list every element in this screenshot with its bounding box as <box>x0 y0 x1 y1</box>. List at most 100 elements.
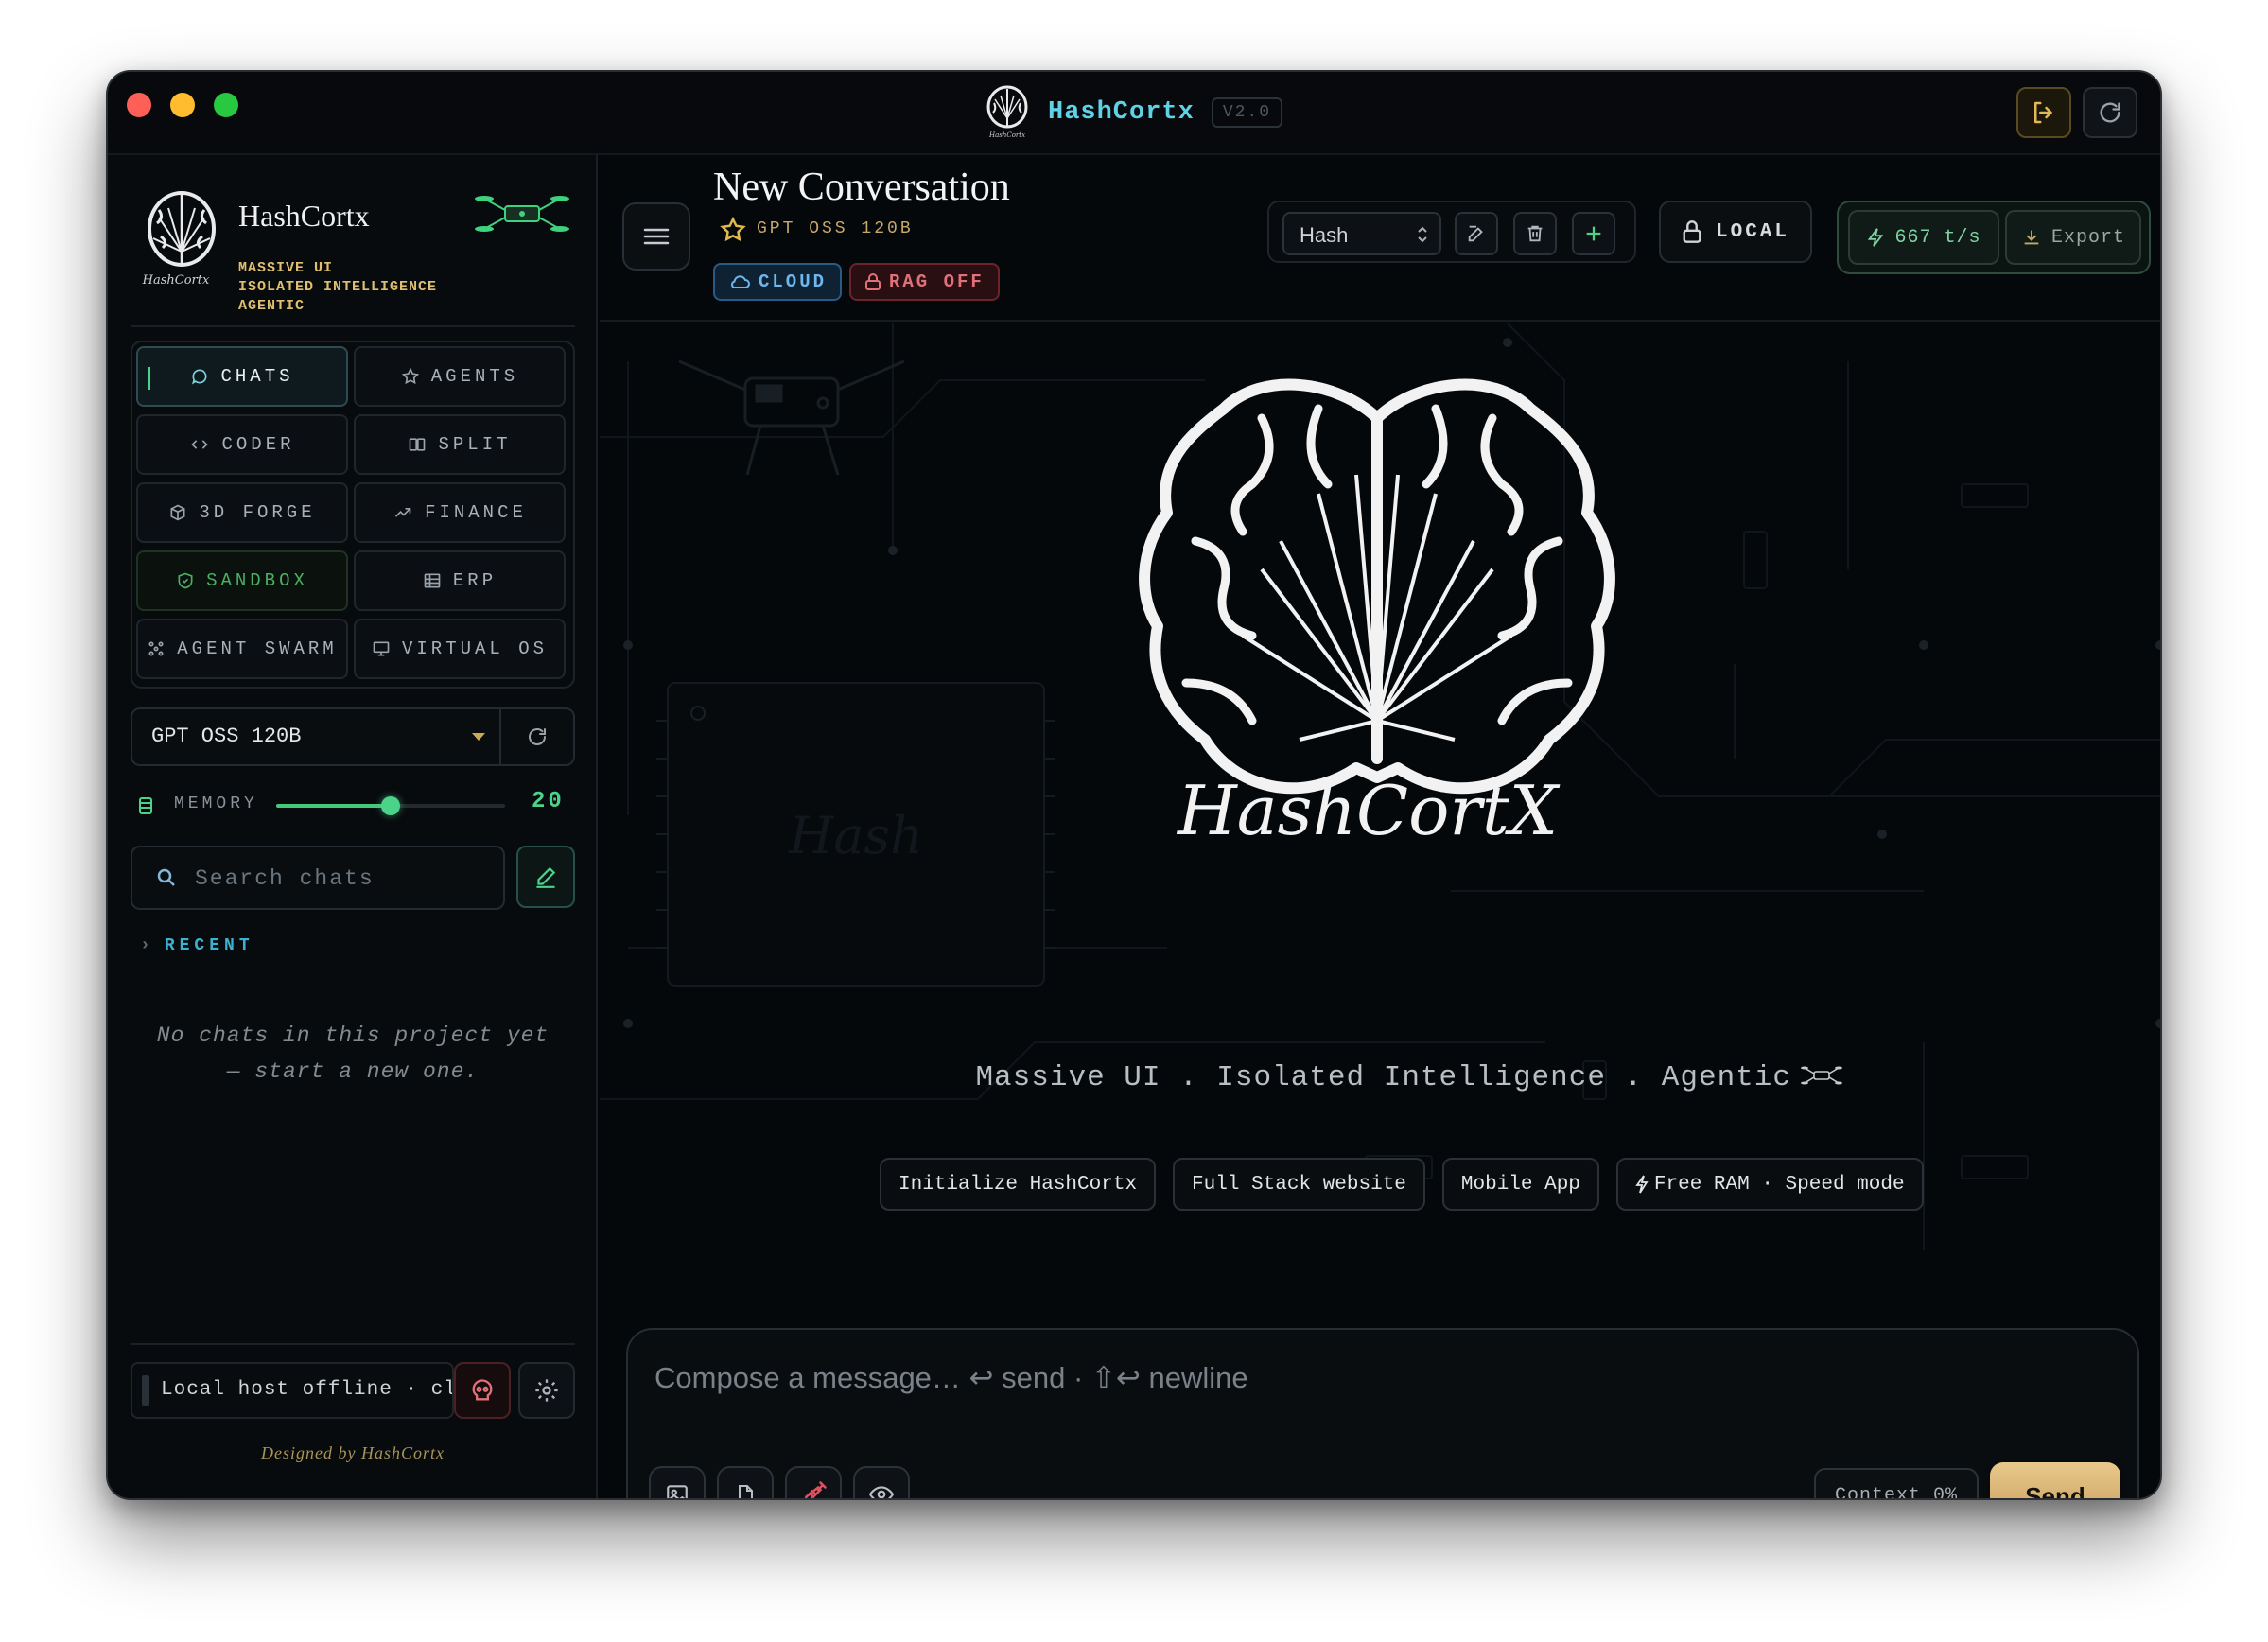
attach-file-button[interactable] <box>717 1466 774 1498</box>
tab-coder[interactable]: CODER <box>136 414 348 475</box>
favorite-star-icon[interactable] <box>719 216 747 244</box>
cube-icon <box>170 504 185 521</box>
brain-logo-icon: HashCortx <box>142 191 216 288</box>
chip-label: Mobile App <box>1460 1173 1580 1196</box>
project-select[interactable]: Hash <box>1282 212 1441 255</box>
empty-chats-message: No chats in this project yet — start a n… <box>131 1018 575 1090</box>
minimize-window-button[interactable] <box>170 93 195 117</box>
zoom-window-button[interactable] <box>214 93 238 117</box>
suggestion-chip[interactable]: Initialize HashCortx <box>880 1158 1157 1211</box>
tab-agent-swarm[interactable]: AGENT SWARM <box>136 619 348 679</box>
tab-label: AGENTS <box>430 366 519 387</box>
svg-text:HashCortx: HashCortx <box>988 131 1025 139</box>
search-input[interactable] <box>195 865 488 893</box>
chip-watermark: Hash <box>788 806 923 865</box>
send-button[interactable]: Send <box>1990 1462 2120 1498</box>
rag-toggle[interactable]: RAG OFF <box>849 263 1000 301</box>
app-title-group: HashCortx HashCortx V2.0 <box>984 81 1283 144</box>
local-mode-button[interactable]: LOCAL <box>1659 201 1812 263</box>
hero-logo-script: HashCortX <box>1176 771 1561 850</box>
tab-label: FINANCE <box>425 502 527 523</box>
hamburger-icon <box>643 228 670 245</box>
settings-button[interactable] <box>518 1362 575 1419</box>
lightning-icon <box>1635 1175 1649 1194</box>
conversation-title[interactable]: New Conversation <box>713 165 1010 210</box>
status-text: Local host offline · cl <box>161 1379 454 1401</box>
app-title: HashCortx <box>1048 98 1195 127</box>
logout-button[interactable] <box>2016 87 2071 138</box>
sidebar: HashCortx HashCortx MASSIVE UI ISOLATED … <box>108 155 598 1498</box>
suggestion-chip[interactable]: Free RAM · Speed mode <box>1615 1158 1924 1211</box>
trash-icon <box>1527 225 1543 242</box>
swarm-icon <box>148 641 164 656</box>
tab-split[interactable]: SPLIT <box>354 414 566 475</box>
cloud-toggle[interactable]: CLOUD <box>713 263 843 301</box>
memory-slider-handle[interactable] <box>381 796 400 815</box>
export-button[interactable]: Export <box>2005 210 2141 265</box>
tab-agents[interactable]: AGENTS <box>354 346 566 407</box>
tab-erp[interactable]: ERP <box>354 550 566 611</box>
brand-tagline-line: ISOLATED INTELLIGENCE <box>238 279 438 295</box>
model-select[interactable]: GPT OSS 120B <box>131 707 575 766</box>
star-icon <box>401 367 419 385</box>
suggestion-chips: Initialize HashCortx Full Stack website … <box>880 1158 1924 1211</box>
monitor-icon <box>373 641 390 656</box>
brand-tagline-line: AGENTIC <box>238 298 305 314</box>
tab-finance[interactable]: FINANCE <box>354 482 566 543</box>
file-icon <box>739 1485 753 1498</box>
message-input[interactable] <box>654 1354 2073 1402</box>
tab-label: CODER <box>221 434 295 455</box>
status-bar-icon <box>142 1375 149 1406</box>
tab-chats[interactable]: CHATS <box>136 346 348 407</box>
tab-3d-forge[interactable]: 3D FORGE <box>136 482 348 543</box>
tokens-per-second: 667 t/s <box>1848 210 1999 265</box>
recent-section-toggle[interactable]: › RECENT <box>140 936 254 955</box>
performance-group: 667 t/s Export <box>1837 201 2151 274</box>
inject-tool-button[interactable] <box>785 1466 842 1498</box>
refresh-icon <box>529 728 546 745</box>
conversation-model: GPT OSS 120B <box>757 219 914 238</box>
attach-image-button[interactable] <box>649 1466 706 1498</box>
tab-label: 3D FORGE <box>199 502 316 523</box>
nav-tabs: CHATS AGENTS CODER SPLIT 3D FORGE FINANC… <box>131 341 575 689</box>
image-icon <box>667 1485 688 1498</box>
search-icon <box>157 868 175 886</box>
hero-brain-logo <box>1139 378 1615 795</box>
chevron-down-icon <box>472 733 485 741</box>
add-project-button[interactable] <box>1572 212 1615 255</box>
memory-value: 20 <box>532 789 565 814</box>
project-controls: Hash <box>1267 201 1636 263</box>
cloud-icon <box>731 275 750 288</box>
table-icon <box>424 573 441 588</box>
vision-toggle-button[interactable] <box>853 1466 910 1498</box>
suggestion-chip[interactable]: Mobile App <box>1441 1158 1599 1211</box>
reload-models-button[interactable] <box>501 709 573 764</box>
memory-slider[interactable] <box>276 796 505 815</box>
version-badge: V2.0 <box>1211 97 1283 128</box>
columns-icon <box>410 438 426 451</box>
footer-credit: Designed by HashCortx <box>261 1443 445 1462</box>
suggestion-chip[interactable]: Full Stack website <box>1173 1158 1425 1211</box>
hero-canvas: Hash HashCortX <box>600 323 2160 1250</box>
new-chat-button[interactable] <box>516 846 575 908</box>
memory-slider-fill <box>276 804 391 808</box>
tab-virtual-os[interactable]: VIRTUAL OS <box>354 619 566 679</box>
brand-tagline: MASSIVE UI ISOLATED INTELLIGENCE AGENTIC <box>238 259 437 316</box>
svg-text:HashCortx: HashCortx <box>142 273 210 288</box>
menu-button[interactable] <box>622 202 690 271</box>
pencil-icon <box>536 866 556 888</box>
edit-project-button[interactable] <box>1455 212 1498 255</box>
refresh-button[interactable] <box>2083 87 2137 138</box>
project-select-value: Hash <box>1300 223 1349 247</box>
kill-switch-button[interactable] <box>454 1362 511 1419</box>
brain-logo-icon: HashCortx <box>986 85 1028 139</box>
brand-tagline-line: MASSIVE UI <box>238 260 334 276</box>
brand-name: HashCortx <box>238 199 370 233</box>
delete-project-button[interactable] <box>1513 212 1557 255</box>
chevron-right-icon: › <box>140 936 155 955</box>
empty-line: — start a new one. <box>226 1059 480 1084</box>
rag-label: RAG OFF <box>889 271 985 292</box>
syringe-icon <box>804 1481 827 1498</box>
tab-sandbox[interactable]: SANDBOX <box>136 550 348 611</box>
close-window-button[interactable] <box>127 93 151 117</box>
